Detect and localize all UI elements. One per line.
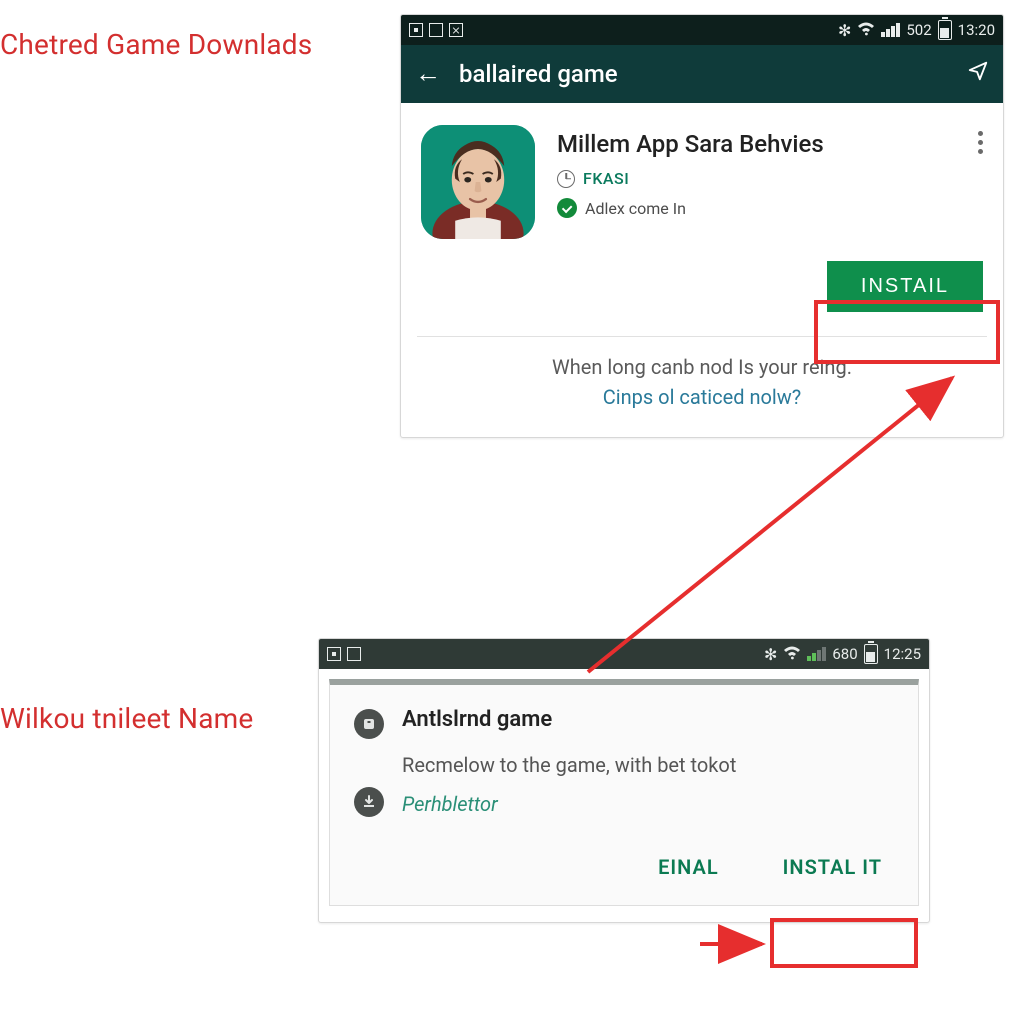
- app-icon[interactable]: [421, 125, 535, 239]
- install-dialog: Antlslrnd game Recmelow to the game, wit…: [329, 679, 919, 906]
- phone-bottom: ✻ 680 12:25 Antlslrnd game Recmelow to: [318, 638, 930, 923]
- app-bar: ← ballaired game: [401, 45, 1003, 103]
- install-button[interactable]: INSTAIL: [827, 261, 983, 312]
- status-time: 12:25: [884, 645, 921, 663]
- share-icon[interactable]: [967, 60, 989, 88]
- battery-icon: [938, 20, 952, 40]
- clock-icon: [557, 170, 575, 188]
- gear-icon: ✻: [764, 645, 777, 664]
- dialog-download-icon: [354, 787, 384, 817]
- footer-line-1: When long canb nod Is your reing.: [429, 355, 975, 379]
- battery-icon: [864, 644, 878, 664]
- footer-message: When long canb nod Is your reing. Cinps …: [401, 355, 1003, 437]
- status-icon-app2: [347, 647, 361, 661]
- dialog-subtext: Perhblettor: [402, 792, 894, 816]
- caption-bottom: Wilkou tnileet Name: [0, 702, 253, 735]
- status-number: 680: [832, 645, 857, 663]
- app-title: Millem App Sara Behvies: [557, 129, 956, 159]
- annotation-highlight-install-bottom: [770, 918, 918, 968]
- back-icon[interactable]: ←: [415, 61, 441, 87]
- dialog-secondary-button[interactable]: EINAL: [646, 845, 731, 889]
- status-icon-app1: [409, 23, 423, 37]
- wifi-icon: [783, 645, 801, 664]
- verified-text: Adlex come In: [585, 199, 686, 218]
- status-bar: ✻ 680 12:25: [319, 639, 929, 669]
- verified-icon: [557, 198, 577, 218]
- status-icon-app3: [449, 23, 463, 37]
- gear-icon: ✻: [838, 21, 851, 40]
- signal-icon: [881, 23, 900, 37]
- signal-icon: [807, 647, 826, 661]
- wifi-icon: [857, 21, 875, 40]
- status-icon-app2: [429, 23, 443, 37]
- app-listing: Millem App Sara Behvies FKASI Adlex come…: [401, 103, 1003, 251]
- dialog-primary-button[interactable]: INSTAL IT: [771, 845, 894, 889]
- caption-top: Chetred Game Downlads: [0, 28, 312, 61]
- status-bar: ✻ 502 13:20: [401, 15, 1003, 45]
- app-tag: FKASI: [583, 169, 629, 188]
- overflow-menu-icon[interactable]: [978, 125, 983, 154]
- status-icon-app1: [327, 647, 341, 661]
- phone-top: ✻ 502 13:20 ← ballaired game: [400, 14, 1004, 438]
- dialog-body: Recmelow to the game, with bet tokot: [402, 752, 894, 778]
- avatar-icon: [421, 125, 535, 239]
- appbar-title: ballaired game: [459, 60, 949, 88]
- status-time: 13:20: [958, 21, 995, 39]
- dialog-title: Antlslrnd game: [402, 707, 894, 732]
- dialog-info-icon: [354, 709, 384, 739]
- footer-link[interactable]: Cinps ol caticed nolw?: [429, 385, 975, 409]
- divider: [417, 336, 987, 337]
- status-number: 502: [906, 21, 931, 39]
